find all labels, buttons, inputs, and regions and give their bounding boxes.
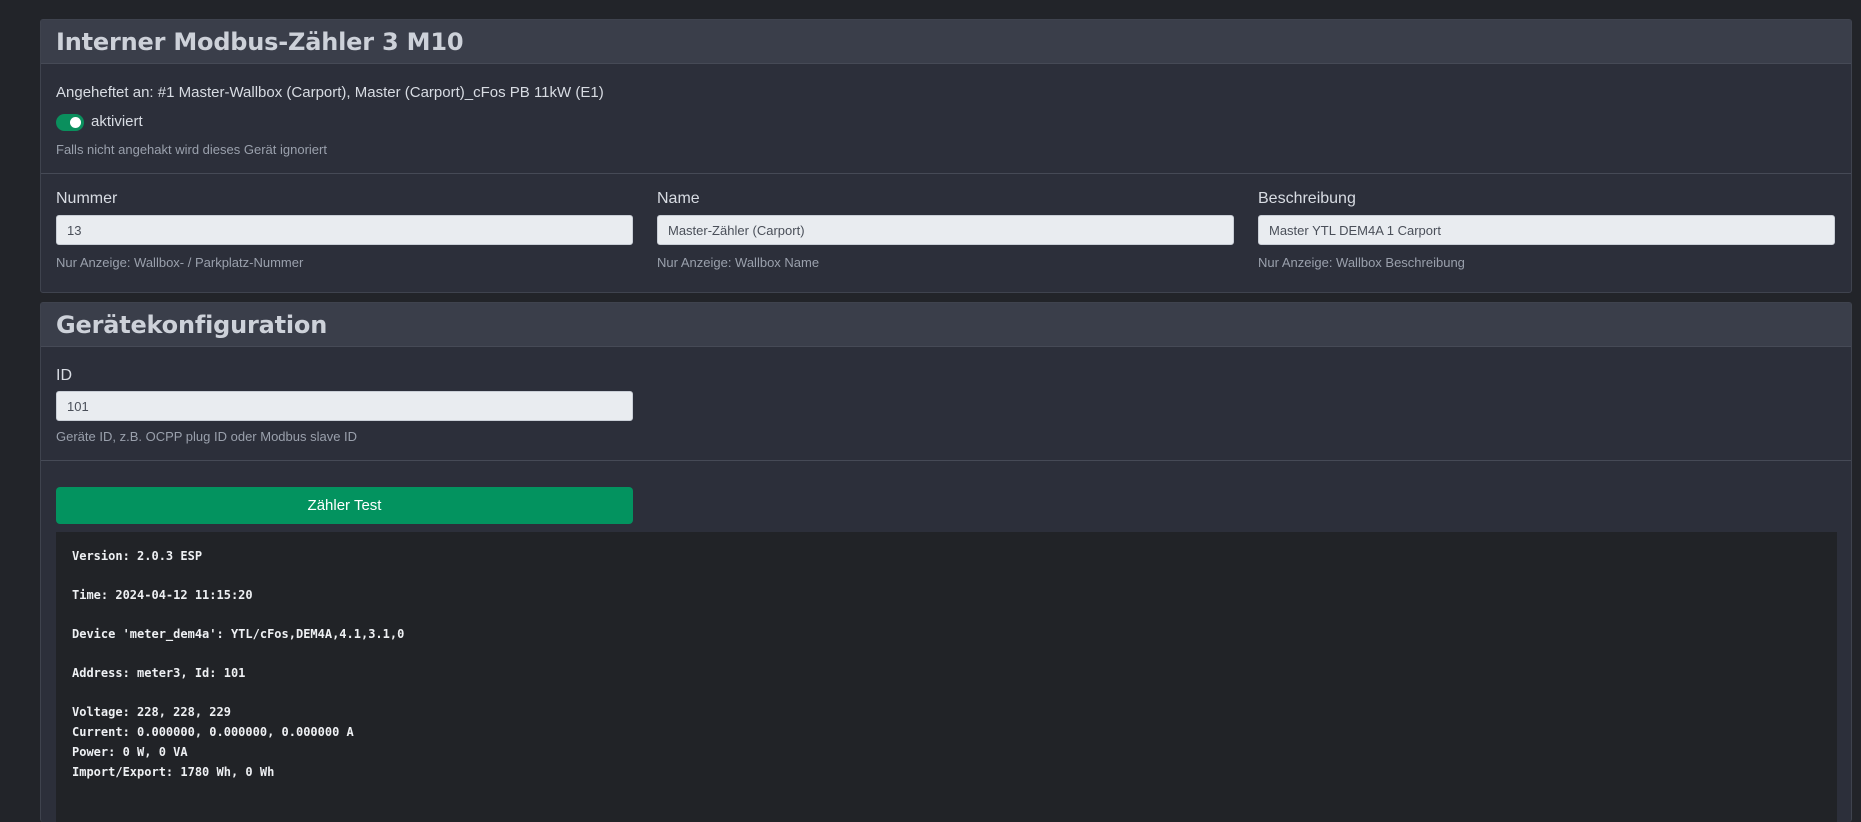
meter-panel-body: Angeheftet an: #1 Master-Wallbox (Carpor… xyxy=(41,64,1851,293)
console-gap xyxy=(72,566,1821,585)
description-input[interactable] xyxy=(1258,215,1835,245)
meter-test-output: Version: 2.0.3 ESP Time: 2024-04-12 11:1… xyxy=(56,532,1837,822)
console-address: Address: meter3, Id: 101 xyxy=(72,666,246,680)
config-divider xyxy=(41,460,1851,461)
toggle-knob xyxy=(70,117,81,128)
name-label: Name xyxy=(657,190,700,207)
name-hint: Nur Anzeige: Wallbox Name xyxy=(657,255,820,270)
description-label: Beschreibung xyxy=(1258,190,1356,207)
id-hint: Geräte ID, z.B. OCPP plug ID oder Modbus… xyxy=(56,429,358,444)
console-voltage: Voltage: 228, 228, 229 xyxy=(72,705,231,719)
attached-to-text: Angeheftet an: #1 Master-Wallbox (Carpor… xyxy=(56,84,604,101)
id-label: ID xyxy=(56,367,72,384)
console-import-export: Import/Export: 1780 Wh, 0 Wh xyxy=(72,765,275,779)
name-input[interactable] xyxy=(657,215,1234,245)
meter-panel-header: Interner Modbus-Zähler 3 M10 xyxy=(41,20,1851,64)
meter-panel: Interner Modbus-Zähler 3 M10 Angeheftet … xyxy=(40,19,1852,293)
enabled-hint: Falls nicht angehakt wird dieses Gerät i… xyxy=(56,142,327,157)
config-panel: Gerätekonfiguration ID Geräte ID, z.B. O… xyxy=(40,302,1852,822)
meter-test-button[interactable]: Zähler Test xyxy=(56,487,633,524)
section-divider xyxy=(41,173,1851,174)
console-version: Version: 2.0.3 ESP xyxy=(72,549,203,563)
id-input[interactable] xyxy=(56,391,633,421)
console-gap xyxy=(72,605,1821,624)
console-device: Device 'meter_dem4a': YTL/cFos,DEM4A,4.1… xyxy=(72,627,405,641)
number-hint: Nur Anzeige: Wallbox- / Parkplatz-Nummer xyxy=(56,255,304,270)
console-current: Current: 0.000000, 0.000000, 0.000000 A xyxy=(72,725,354,739)
config-panel-title: Gerätekonfiguration xyxy=(56,310,328,339)
enabled-label: aktiviert xyxy=(91,113,143,130)
console-power: Power: 0 W, 0 VA xyxy=(72,745,188,759)
config-panel-header: Gerätekonfiguration xyxy=(41,303,1851,347)
number-input[interactable] xyxy=(56,215,633,245)
number-label: Nummer xyxy=(56,190,118,207)
console-gap xyxy=(72,644,1821,663)
console-time: Time: 2024-04-12 11:15:20 xyxy=(72,588,253,602)
enabled-toggle[interactable] xyxy=(56,114,84,131)
meter-panel-title: Interner Modbus-Zähler 3 M10 xyxy=(56,27,464,56)
console-gap xyxy=(72,683,1821,702)
description-hint: Nur Anzeige: Wallbox Beschreibung xyxy=(1258,255,1465,270)
config-panel-body: ID Geräte ID, z.B. OCPP plug ID oder Mod… xyxy=(41,347,1851,822)
